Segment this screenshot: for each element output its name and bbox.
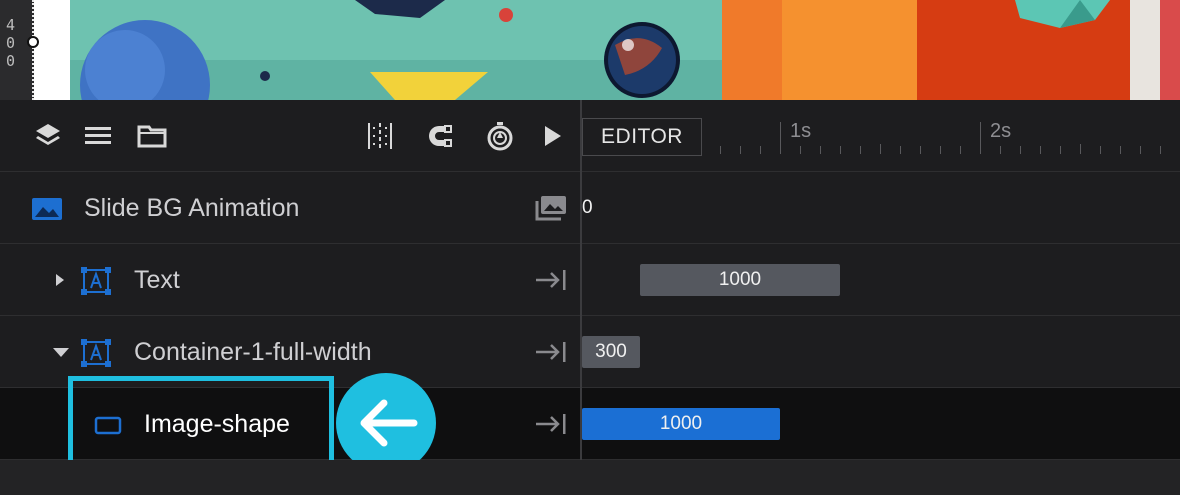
timeline-bar[interactable]: 1000: [640, 264, 840, 296]
timeline-tick: [780, 122, 781, 154]
image-icon: [31, 194, 63, 224]
panel-footer: [0, 460, 1180, 495]
text-layer-icon: [80, 266, 112, 296]
expand-caret-icon[interactable]: [54, 244, 66, 316]
timeline-tick: [1040, 146, 1041, 154]
magnet-icon[interactable]: [422, 118, 458, 154]
timeline-tick: [920, 146, 921, 154]
timeline-tick: [800, 146, 801, 154]
ruler-number: 0: [6, 34, 16, 52]
timeline-tick: [1060, 146, 1061, 154]
timeline-tick: [900, 146, 901, 154]
timeline-mark: 2s: [990, 120, 1012, 142]
ruler-number: 4: [6, 16, 16, 34]
layer-name: Text: [134, 265, 180, 294]
editor-button[interactable]: EDITOR: [582, 118, 702, 156]
timeline-tick: [1020, 146, 1021, 154]
timeline-tick: [1080, 144, 1081, 154]
ruler-handle[interactable]: [27, 36, 39, 48]
timeline-tick: [980, 122, 981, 154]
folder-icon[interactable]: [134, 118, 170, 154]
canvas-edge: [34, 0, 70, 100]
timeline-bar[interactable]: 1000: [582, 408, 780, 440]
timeline-tick: [1120, 146, 1121, 154]
timeline-mark: 1s: [790, 120, 812, 142]
timeline-tick: [820, 146, 821, 154]
timeline-tick: [860, 146, 861, 154]
text-layer-icon: [80, 338, 112, 368]
panel-divider[interactable]: [580, 100, 582, 460]
layers-toolbar: [0, 100, 580, 172]
grid-dotted-icon[interactable]: [362, 118, 398, 154]
play-icon[interactable]: [534, 118, 570, 154]
highlight-frame: [68, 376, 334, 472]
layer-row-text[interactable]: Text 1000: [0, 244, 1180, 316]
timeline-tick: [760, 146, 761, 154]
arrow-to-end-icon[interactable]: [534, 266, 568, 294]
timeline-tick: [1160, 146, 1161, 154]
timeline-bar[interactable]: 300: [582, 336, 640, 368]
callout-arrow-badge: [336, 373, 436, 473]
vertical-ruler: 4 0 0: [0, 0, 39, 100]
layer-name: Slide BG Animation: [84, 193, 300, 222]
layers-icon[interactable]: [30, 118, 66, 154]
timeline-value: 0: [582, 197, 593, 218]
timeline-tick: [840, 146, 841, 154]
arrow-to-end-icon[interactable]: [534, 338, 568, 366]
arrow-left-icon: [360, 399, 418, 447]
layer-row-slide-bg[interactable]: Slide BG Animation 0: [0, 172, 1180, 244]
gallery-icon[interactable]: [534, 194, 568, 222]
arrow-to-end-icon[interactable]: [534, 410, 568, 438]
preview-artwork: [70, 0, 1180, 100]
timeline-tick: [940, 146, 941, 154]
timeline-tick: [1000, 146, 1001, 154]
timeline-tick: [720, 146, 721, 154]
stopwatch-icon[interactable]: [482, 118, 518, 154]
timeline-header: EDITOR 1s 2s: [582, 100, 1180, 172]
list-icon[interactable]: [80, 118, 116, 154]
timeline-tick: [960, 146, 961, 154]
timeline-tick: [880, 144, 881, 154]
timeline-tick: [740, 146, 741, 154]
canvas-preview: 4 0 0: [0, 0, 1180, 100]
ruler-number: 0: [6, 52, 16, 70]
timeline-tick: [1140, 146, 1141, 154]
timeline-tick: [1100, 146, 1101, 154]
